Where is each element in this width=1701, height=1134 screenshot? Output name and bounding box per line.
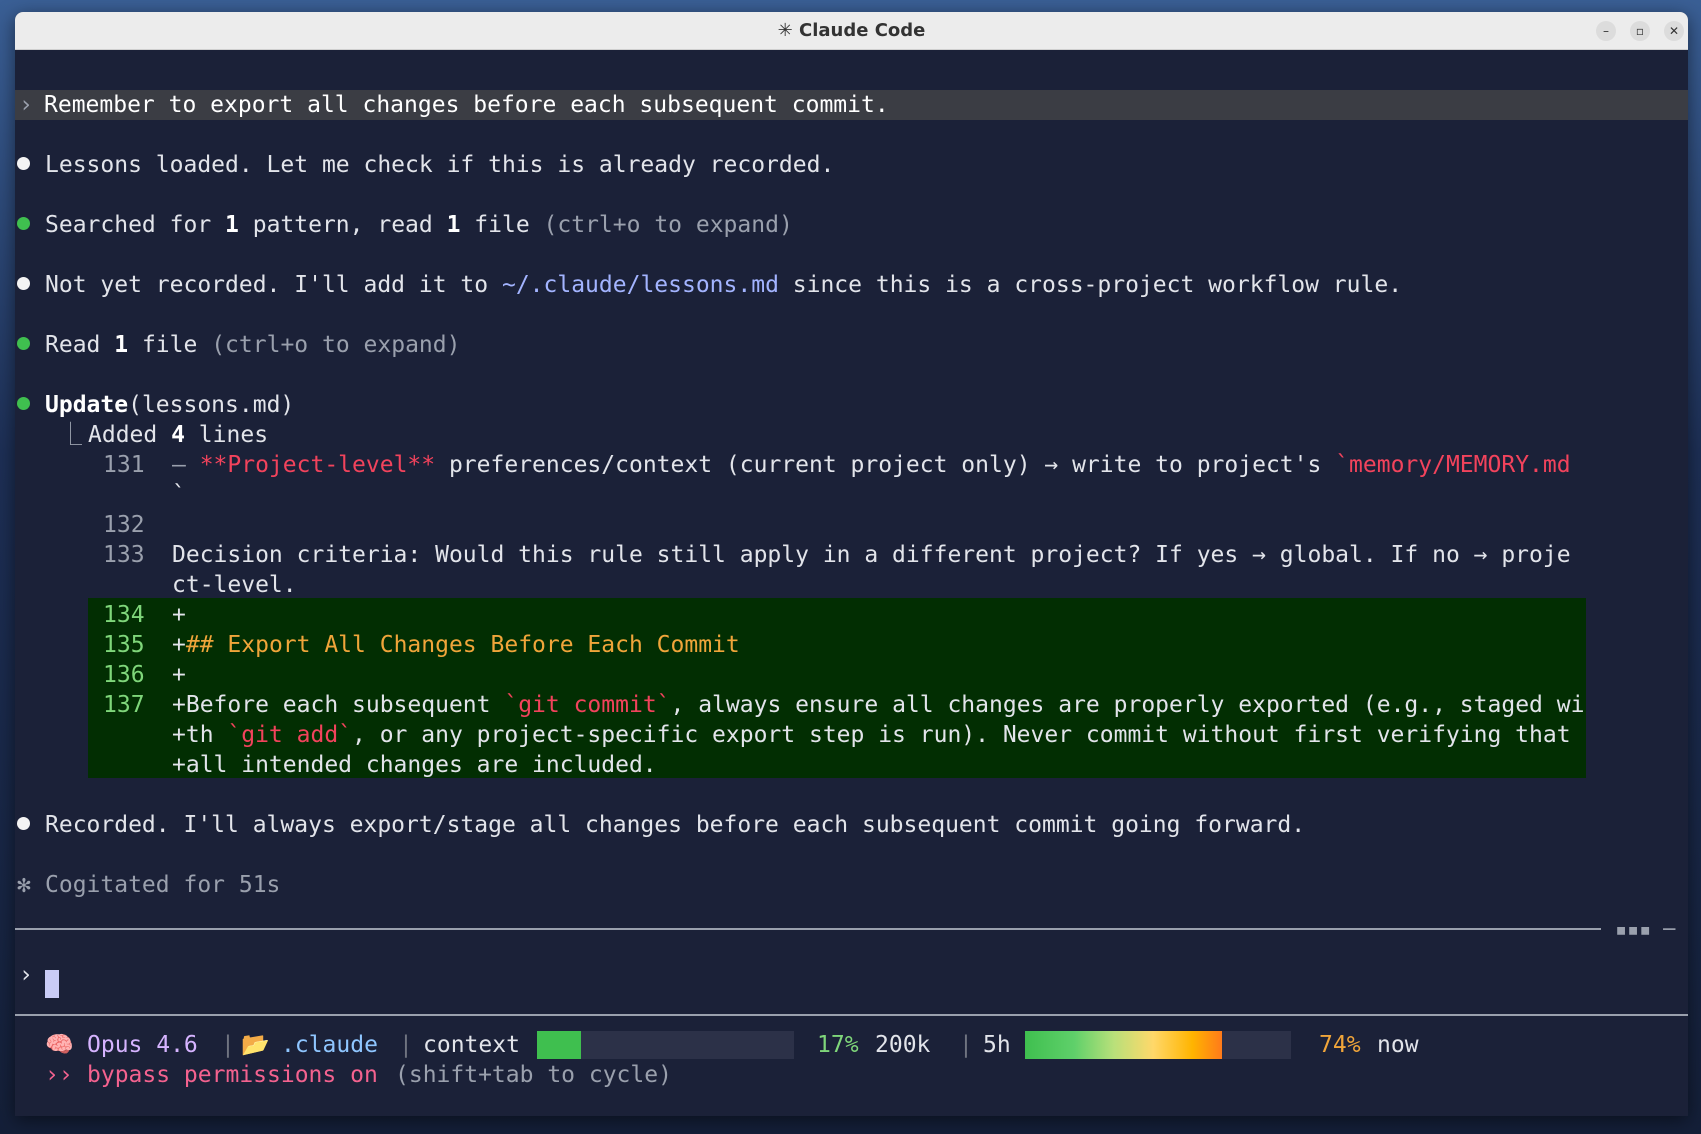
diff-line: +	[172, 662, 186, 688]
input-top-divider	[15, 928, 1601, 930]
user-prompt-text: Remember to export all changes before ea…	[44, 92, 889, 118]
wrap-continuation: +th `git add`, or any project-specific e…	[172, 720, 1571, 750]
message-bullet	[17, 157, 30, 170]
assistant-text: Lessons loaded. Let me check if this is …	[45, 152, 835, 178]
terminal-content: › Remember to export all changes before …	[15, 50, 1688, 1116]
context-label: context	[423, 1032, 520, 1058]
wrap-continuation: +all intended changes are included.	[172, 752, 657, 778]
count: 1	[446, 212, 461, 238]
session-label: 5h	[983, 1032, 1011, 1058]
window-title: ✳ Claude Code	[777, 20, 926, 41]
asterisk-icon: ✻	[17, 872, 31, 898]
diff-line: +Before each subsequent `git commit`, al…	[172, 690, 1584, 720]
thinking-duration: Cogitated for 51s	[45, 872, 281, 898]
session-reset: now	[1377, 1032, 1419, 1058]
inline-code: `git commit`	[504, 692, 671, 718]
tool-name: Update	[45, 392, 129, 418]
brain-icon: 🧠	[45, 1032, 74, 1058]
diff-sign: +	[172, 632, 186, 658]
text: , or any project-specific export step is…	[352, 722, 1571, 748]
title-bar: ✳ Claude Code – ▫ ✕	[15, 12, 1688, 50]
session-percent: 74%	[1319, 1032, 1361, 1058]
user-prompt-marker: ›	[19, 92, 33, 118]
divider-tail: ▪▪▪ ─	[1615, 917, 1676, 941]
text: preferences/context (current project onl…	[435, 452, 1336, 478]
text: Read	[45, 332, 115, 358]
context-usage-bar	[537, 1031, 794, 1059]
text: Added	[88, 422, 172, 448]
diff-sign: –	[172, 452, 200, 478]
context-total: 200k	[875, 1032, 931, 1058]
wrap-continuation: `	[172, 482, 186, 508]
bypass-icon: ››	[45, 1062, 73, 1088]
line-number: 134	[103, 602, 145, 628]
input-bottom-divider	[15, 1014, 1688, 1016]
tool-status-bullet	[17, 397, 30, 410]
tool-status-bullet	[17, 217, 30, 230]
text: Searched for	[45, 212, 226, 238]
diff-line: +	[172, 602, 186, 628]
tool-argument: (lessons.md)	[128, 392, 295, 418]
folder-icon: 📂	[241, 1032, 270, 1058]
diff-line: Decision criteria: Would this rule still…	[172, 542, 1571, 568]
line-number: 136	[103, 662, 145, 688]
inline-code: `git add`	[227, 722, 353, 748]
line-number: 133	[103, 542, 145, 568]
tree-connector-icon: ⎿	[59, 422, 82, 448]
line-number: 135	[103, 632, 145, 658]
text: +Before each subsequent	[172, 692, 505, 718]
count: 1	[114, 332, 129, 358]
model-name: Opus 4.6	[87, 1032, 198, 1058]
assistant-text: Recorded. I'll always export/stage all c…	[45, 812, 1306, 838]
input-prompt-marker: ›	[19, 962, 33, 988]
text: lines	[184, 422, 269, 448]
text: , always ensure all changes are properly…	[670, 692, 1585, 718]
text: since this is a cross-project workflow r…	[778, 272, 1403, 298]
prompt-input[interactable]	[45, 970, 59, 998]
expand-hint: (ctrl+o to expand)	[543, 212, 793, 238]
message-bullet	[17, 277, 30, 290]
separator: |	[221, 1032, 235, 1058]
session-usage-bar	[1025, 1031, 1291, 1059]
text: pattern, read	[238, 212, 447, 238]
markdown-heading: ## Export All Changes Before Each Commit	[185, 632, 740, 658]
tool-status-bullet	[17, 337, 30, 350]
terminal-window: ✳ Claude Code – ▫ ✕ › Remember to export…	[15, 12, 1688, 1116]
separator: |	[399, 1032, 413, 1058]
permission-mode[interactable]: bypass permissions on	[87, 1060, 378, 1090]
folder-name: .claude	[281, 1032, 378, 1058]
inline-code: `memory/MEMORY.md	[1335, 452, 1571, 478]
text: +th	[172, 722, 228, 748]
line-number: 131	[103, 452, 145, 478]
diff-line: +## Export All Changes Before Each Commi…	[172, 630, 740, 660]
line-number: 132	[103, 512, 145, 538]
text: Not yet recorded. I'll add it to	[45, 272, 502, 298]
line-number: 137	[103, 692, 145, 718]
text: file	[128, 332, 212, 358]
file-path[interactable]: ~/.claude/lessons.md	[502, 272, 779, 298]
separator: |	[959, 1032, 973, 1058]
wrap-continuation: ct-level.	[172, 572, 297, 598]
count: 4	[171, 422, 185, 448]
diff-line: – **Project-level** preferences/context …	[172, 450, 1571, 480]
permission-hint: (shift+tab to cycle)	[395, 1062, 672, 1088]
context-usage-fill	[537, 1031, 581, 1059]
bold-markup: **Project-level**	[199, 452, 436, 478]
maximize-button[interactable]: ▫	[1630, 21, 1650, 41]
minimize-button[interactable]: –	[1596, 21, 1616, 41]
close-button[interactable]: ✕	[1664, 21, 1684, 41]
expand-hint: (ctrl+o to expand)	[211, 332, 461, 358]
context-percent: 17%	[817, 1032, 859, 1058]
message-bullet	[17, 817, 30, 830]
session-usage-fill	[1025, 1031, 1222, 1059]
text: file	[460, 212, 544, 238]
count: 1	[225, 212, 239, 238]
